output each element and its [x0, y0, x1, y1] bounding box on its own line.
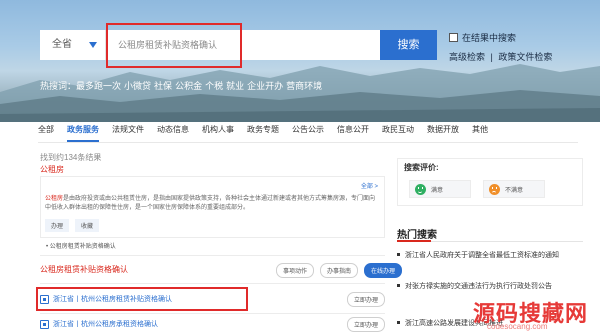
tab-regulations[interactable]: 法规文件 — [112, 124, 144, 142]
handle-now-button[interactable]: 立即办理 — [346, 291, 385, 307]
action-button[interactable]: 事项动作 — [276, 263, 315, 278]
group-actions: 事项动作 办事指南 在线办理 — [276, 263, 403, 278]
tab-gov-services[interactable]: 政务服务 — [67, 124, 99, 142]
tab-other[interactable]: 其他 — [472, 124, 488, 142]
chevron-down-icon — [89, 42, 97, 48]
hot-search-text: 对张方禄实施的交通违法行为执行行政处罚公告 — [405, 283, 552, 290]
divider — [40, 283, 385, 284]
hot-word[interactable]: 营商环境 — [286, 81, 322, 91]
cube-icon — [40, 319, 49, 329]
policy-search-link[interactable]: 政策文件检索 — [498, 52, 552, 62]
unsatisfied-button[interactable]: 不满意 — [483, 180, 545, 198]
hot-word[interactable]: 社保 — [154, 81, 172, 91]
hot-word[interactable]: 个税 — [205, 81, 223, 91]
hot-search-title: 热门搜索 — [397, 230, 437, 241]
divider — [40, 255, 385, 256]
tab-news[interactable]: 动态信息 — [157, 124, 189, 142]
tab-notices[interactable]: 公告公示 — [292, 124, 324, 142]
hot-word[interactable]: 最多跑一次 — [76, 81, 121, 91]
desc-keyword: 公租房 — [45, 196, 64, 202]
hot-search-item[interactable]: 浙江省人民政府关于调整全省最低工资标准的通知 — [397, 250, 583, 261]
result-title-gongzufang[interactable]: 公租房 — [40, 164, 64, 175]
more-link[interactable]: 全部 > — [361, 181, 378, 190]
scope-label: 全省 — [52, 39, 72, 50]
result-chips: 办理 收藏 — [45, 219, 100, 232]
chip-handle[interactable]: 办理 — [45, 219, 70, 232]
tab-open-data[interactable]: 数据开放 — [427, 124, 459, 142]
annotation-box-subitem — [36, 287, 248, 311]
satisfied-label: 满意 — [431, 187, 444, 194]
unsatisfied-label: 不满意 — [505, 187, 524, 194]
search-options: 在结果中搜索 高级检索 | 政策文件检索 — [449, 31, 552, 63]
result-description: 公租房是由政府投资或由公共租赁住房，是指由国家提供政策支持，各种社会主体通过新建… — [45, 195, 377, 213]
hot-word[interactable]: 小微贷 — [124, 81, 151, 91]
tab-disclosure[interactable]: 信息公开 — [337, 124, 369, 142]
bullet-icon — [397, 253, 400, 256]
in-results-label: 在结果中搜索 — [462, 33, 517, 43]
hot-search-item[interactable]: 对张方禄实施的交通违法行为执行行政处罚公告 — [397, 281, 583, 292]
watermark-url: codesocang.com — [487, 322, 548, 331]
header-banner: 全省 搜索 在结果中搜索 高级检索 | 政策文件检索 热搜词：最多跑一次小微贷社… — [0, 0, 600, 122]
desc-text: 是由政府投资或由公共租赁住房，是指由国家提供政策支持，各种社会主体通过新建或者其… — [45, 196, 376, 211]
bullet-icon — [397, 321, 400, 324]
sub-item[interactable]: 浙江省丨杭州公租房承租资格确认 立即办理 — [40, 316, 385, 332]
hot-word[interactable]: 公积金 — [175, 81, 202, 91]
satisfied-button[interactable]: 满意 — [409, 180, 471, 198]
category-tabs: 全部 政务服务 法规文件 动态信息 机构人事 政务专题 公告公示 信息公开 政民… — [38, 124, 501, 142]
scope-select[interactable]: 全省 — [40, 30, 106, 60]
online-handle-button[interactable]: 在线办理 — [364, 263, 403, 278]
bullet-icon — [397, 284, 400, 287]
in-results-checkbox[interactable] — [449, 33, 458, 42]
link-separator: | — [490, 52, 493, 62]
sub-item-label: 浙江省丨杭州公租房承租资格确认 — [53, 321, 158, 328]
tab-personnel[interactable]: 机构人事 — [202, 124, 234, 142]
frown-icon — [489, 183, 500, 195]
list-item[interactable]: • 公租房租赁补贴资格确认 — [46, 241, 116, 250]
tab-topics[interactable]: 政务专题 — [247, 124, 279, 142]
divider — [40, 313, 385, 314]
chip-favorite[interactable]: 收藏 — [75, 219, 100, 232]
search-button[interactable]: 搜索 — [380, 30, 437, 60]
tab-all[interactable]: 全部 — [38, 124, 54, 142]
feedback-panel: 搜索评价: 满意 不满意 — [397, 158, 583, 206]
tabs-divider — [38, 142, 578, 143]
guide-button[interactable]: 办事指南 — [320, 263, 359, 278]
hot-words-label: 热搜词： — [40, 81, 77, 91]
list-item-label: 公租房租赁补贴资格确认 — [49, 244, 116, 250]
result-title-subsidy[interactable]: 公租房租赁补贴资格确认 — [40, 264, 128, 275]
hot-search-underline — [397, 240, 583, 242]
hot-word[interactable]: 就业 — [226, 81, 244, 91]
feedback-title: 搜索评价: — [404, 163, 439, 172]
hot-word[interactable]: 企业开办 — [247, 81, 283, 91]
hot-words-bar: 热搜词：最多跑一次 小微贷 社保 公积金 个税 就业 企业开办 营商环境 — [40, 79, 325, 92]
tab-interaction[interactable]: 政民互动 — [382, 124, 414, 142]
result-count: 找到约134条结果 — [40, 153, 102, 162]
handle-now-button[interactable]: 立即办理 — [346, 316, 385, 332]
smile-icon — [415, 183, 426, 195]
hot-search-text: 浙江省人民政府关于调整全省最低工资标准的通知 — [405, 252, 559, 259]
advanced-search-link[interactable]: 高级检索 — [449, 52, 485, 62]
result-card: 全部 > 公租房是由政府投资或由公共租赁住房，是指由国家提供政策支持，各种社会主… — [40, 176, 385, 238]
annotation-box-search — [106, 23, 242, 68]
